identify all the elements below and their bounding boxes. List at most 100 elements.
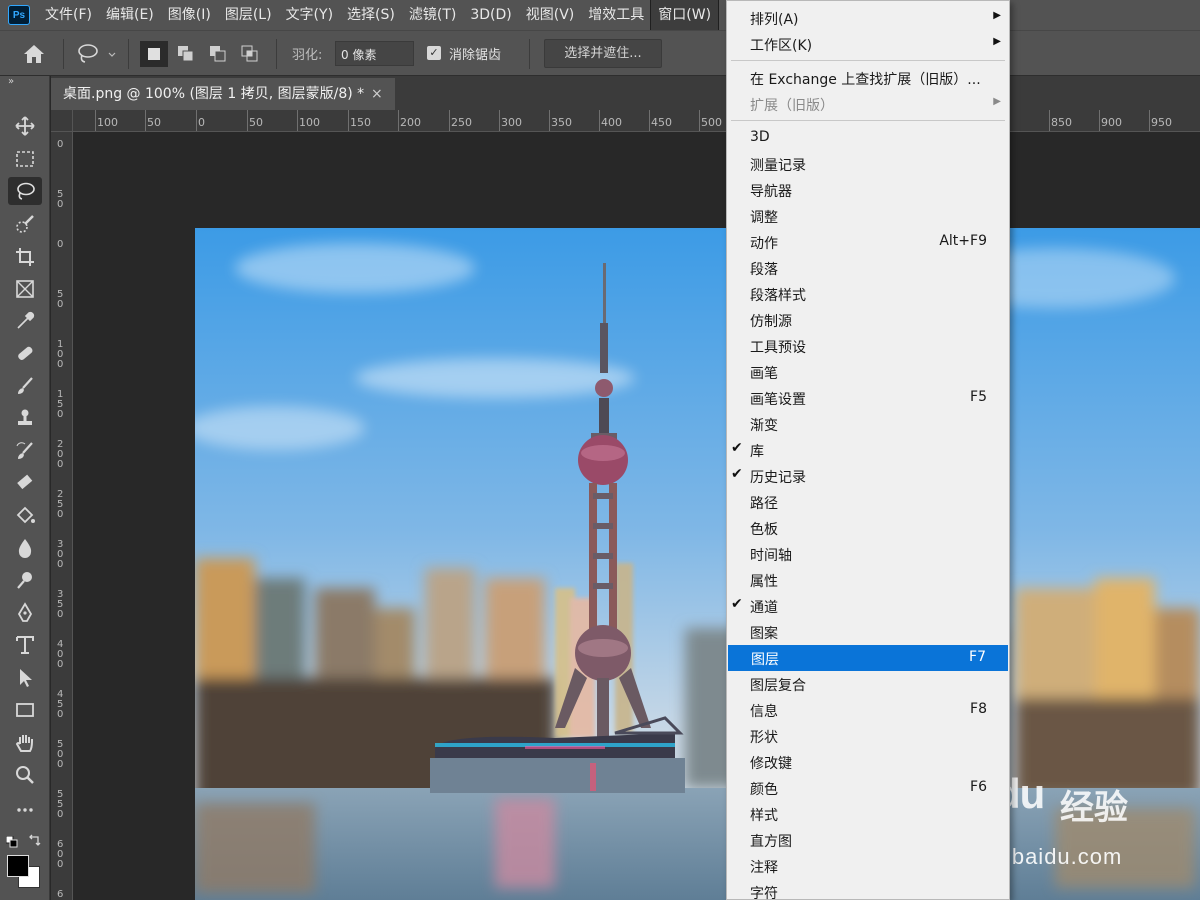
menu-item-26[interactable]: 图层 F7 bbox=[728, 645, 1008, 671]
swap-colors-icon[interactable] bbox=[28, 832, 42, 851]
menu-item-22[interactable]: 时间轴 bbox=[727, 541, 1009, 567]
home-icon[interactable] bbox=[22, 43, 46, 69]
path-selection-tool-icon[interactable] bbox=[8, 664, 42, 692]
ruler-label: 250 bbox=[57, 489, 64, 520]
intersect-selection-button[interactable] bbox=[236, 41, 264, 67]
menu-item-9[interactable]: 调整 bbox=[727, 203, 1009, 229]
ruler-tick bbox=[699, 110, 700, 131]
pen-tool-icon[interactable] bbox=[8, 599, 42, 627]
menu-item-16[interactable]: 画笔设置 F5 bbox=[727, 385, 1009, 411]
menu-item-31[interactable]: 颜色 F6 bbox=[727, 775, 1009, 801]
menu-item-label: 形状 bbox=[750, 730, 778, 746]
menu-layer[interactable]: 图层(L) bbox=[218, 0, 279, 30]
blur-tool-icon[interactable] bbox=[8, 534, 42, 562]
type-tool-icon[interactable] bbox=[8, 631, 42, 659]
menu-item-14[interactable]: 工具预设 bbox=[727, 333, 1009, 359]
menu-edit[interactable]: 编辑(E) bbox=[99, 0, 161, 30]
ruler-label: 500 bbox=[57, 739, 64, 770]
menu-item-33[interactable]: 直方图 bbox=[727, 827, 1009, 853]
menu-item-32[interactable]: 样式 bbox=[727, 801, 1009, 827]
menu-item-7[interactable]: 测量记录 bbox=[727, 151, 1009, 177]
vertical-ruler[interactable]: 0 50 0 50 100 150 200 250 300 350 400 450 500 550 600 6… bbox=[51, 132, 73, 900]
document-tab[interactable]: 桌面.png @ 100% (图层 1 拷贝, 图层蒙版/8) * × bbox=[51, 78, 395, 110]
menu-item-3[interactable]: 在 Exchange 上查找扩展（旧版）... bbox=[727, 65, 1009, 91]
menu-item-13[interactable]: 仿制源 bbox=[727, 307, 1009, 333]
menu-item-label: 字符 bbox=[750, 886, 778, 900]
menu-item-label: 段落 bbox=[750, 262, 778, 278]
frame-tool-icon[interactable] bbox=[8, 275, 42, 303]
menu-item-19[interactable]: ✔ 历史记录 bbox=[727, 463, 1009, 489]
foreground-color-swatch[interactable] bbox=[7, 855, 29, 877]
menu-item-shortcut: F7 bbox=[969, 649, 986, 665]
quick-selection-tool-icon[interactable] bbox=[8, 210, 42, 238]
select-and-mask-button[interactable]: 选择并遮住... bbox=[544, 39, 662, 68]
menu-item-28[interactable]: 信息 F8 bbox=[727, 697, 1009, 723]
add-to-selection-button[interactable] bbox=[172, 41, 200, 67]
menu-item-8[interactable]: 导航器 bbox=[727, 177, 1009, 203]
document-tab-bar: 桌面.png @ 100% (图层 1 拷贝, 图层蒙版/8) * × bbox=[51, 76, 1200, 110]
menu-item-21[interactable]: 色板 bbox=[727, 515, 1009, 541]
canvas-area[interactable]: Bai du 经验 jingyan.baidu.com bbox=[73, 132, 1200, 900]
healing-brush-tool-icon[interactable] bbox=[8, 339, 42, 367]
menu-item-24[interactable]: ✔ 通道 bbox=[727, 593, 1009, 619]
menu-plugins[interactable]: 增效工具 bbox=[581, 0, 651, 30]
eraser-tool-icon[interactable] bbox=[8, 469, 42, 497]
ruler-label: 450 bbox=[57, 689, 64, 720]
menu-image[interactable]: 图像(I) bbox=[161, 0, 218, 30]
menu-item-12[interactable]: 段落样式 bbox=[727, 281, 1009, 307]
more-tools-icon[interactable] bbox=[8, 796, 42, 824]
rectangle-tool-icon[interactable] bbox=[8, 696, 42, 724]
menu-select[interactable]: 选择(S) bbox=[340, 0, 402, 30]
brush-tool-icon[interactable] bbox=[8, 372, 42, 400]
menu-file[interactable]: 文件(F) bbox=[38, 0, 99, 30]
menu-filter[interactable]: 滤镜(T) bbox=[402, 0, 463, 30]
horizontal-ruler[interactable]: 100 50 0 50 100 150 200 250 300 350 400 450 500 850 90… bbox=[73, 110, 1200, 132]
zoom-tool-icon[interactable] bbox=[8, 761, 42, 789]
collapse-toolbar-icon[interactable]: » bbox=[8, 76, 14, 87]
clone-stamp-tool-icon[interactable] bbox=[8, 404, 42, 432]
move-tool-icon[interactable] bbox=[8, 112, 42, 140]
antialias-checkbox[interactable]: ✓ bbox=[427, 46, 441, 60]
menu-item-27[interactable]: 图层复合 bbox=[727, 671, 1009, 697]
menu-item-label: 测量记录 bbox=[750, 158, 806, 174]
lasso-preset-icon[interactable] bbox=[76, 42, 116, 70]
menu-item-1[interactable]: 工作区(K) ▶ bbox=[727, 31, 1009, 57]
menu-type[interactable]: 文字(Y) bbox=[279, 0, 340, 30]
eyedropper-tool-icon[interactable] bbox=[8, 307, 42, 335]
menu-item-11[interactable]: 段落 bbox=[727, 255, 1009, 281]
feather-input[interactable]: 0 像素 bbox=[335, 41, 414, 66]
close-tab-icon[interactable]: × bbox=[371, 78, 383, 110]
dodge-tool-icon[interactable] bbox=[8, 566, 42, 594]
history-brush-tool-icon[interactable] bbox=[8, 437, 42, 465]
menu-item-34[interactable]: 注释 bbox=[727, 853, 1009, 879]
menu-item-35[interactable]: 字符 bbox=[727, 879, 1009, 900]
lasso-tool-icon[interactable] bbox=[8, 177, 42, 205]
menu-item-20[interactable]: 路径 bbox=[727, 489, 1009, 515]
paint-bucket-tool-icon[interactable] bbox=[8, 502, 42, 530]
ruler-label: 150 bbox=[350, 116, 371, 129]
menu-window[interactable]: 窗口(W) bbox=[650, 0, 720, 31]
menu-item-0[interactable]: 排列(A) ▶ bbox=[727, 5, 1009, 31]
hand-tool-icon[interactable] bbox=[8, 729, 42, 757]
menu-item-15[interactable]: 画笔 bbox=[727, 359, 1009, 385]
new-selection-button[interactable] bbox=[140, 41, 168, 67]
ruler-tick bbox=[398, 110, 399, 131]
menu-item-6[interactable]: 3D bbox=[727, 125, 1009, 151]
menu-item-label: 在 Exchange 上查找扩展（旧版）... bbox=[750, 72, 981, 88]
menu-item-17[interactable]: 渐变 bbox=[727, 411, 1009, 437]
menu-item-10[interactable]: 动作 Alt+F9 bbox=[727, 229, 1009, 255]
menu-item-25[interactable]: 图案 bbox=[727, 619, 1009, 645]
ruler-origin[interactable] bbox=[51, 110, 73, 132]
menu-item-label: 色板 bbox=[750, 522, 778, 538]
crop-tool-icon[interactable] bbox=[8, 243, 42, 271]
checkmark-icon: ✔ bbox=[731, 466, 743, 482]
menu-item-23[interactable]: 属性 bbox=[727, 567, 1009, 593]
subtract-from-selection-button[interactable] bbox=[204, 41, 232, 67]
marquee-tool-icon[interactable] bbox=[8, 145, 42, 173]
menu-view[interactable]: 视图(V) bbox=[519, 0, 582, 30]
menu-item-18[interactable]: ✔ 库 bbox=[727, 437, 1009, 463]
default-colors-icon[interactable] bbox=[5, 833, 18, 852]
menu-3d[interactable]: 3D(D) bbox=[463, 0, 518, 30]
menu-item-30[interactable]: 修改键 bbox=[727, 749, 1009, 775]
menu-item-29[interactable]: 形状 bbox=[727, 723, 1009, 749]
